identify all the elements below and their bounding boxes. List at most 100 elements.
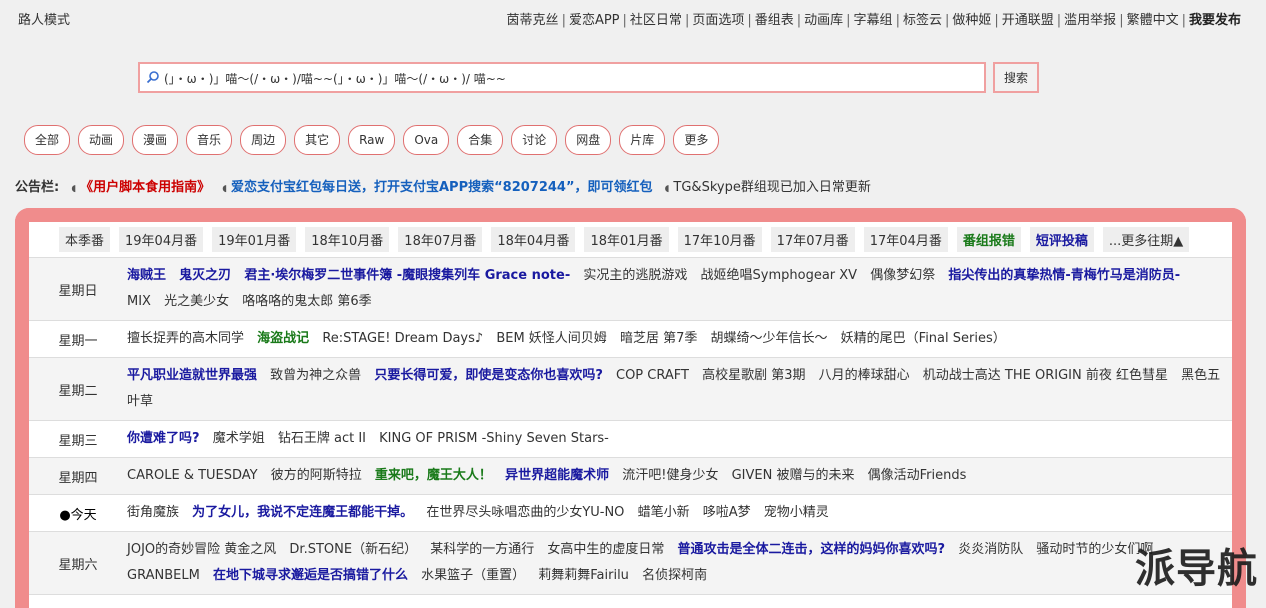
- show-link[interactable]: 为了女儿，我说不定连魔王都能干掉。: [192, 505, 413, 520]
- category-button[interactable]: 讨论: [511, 125, 558, 155]
- show-link[interactable]: BEM 妖怪人间贝姆: [496, 331, 606, 346]
- show-link[interactable]: 在世界尽头咏唱恋曲的少女YU-NO: [426, 505, 624, 520]
- top-nav-link[interactable]: 社区日常: [630, 13, 682, 28]
- search-input[interactable]: [164, 68, 974, 88]
- season-tab[interactable]: 17年04月番: [863, 227, 948, 252]
- category-button[interactable]: 全部: [24, 125, 71, 155]
- show-link[interactable]: 钻石王牌 act II: [278, 431, 366, 446]
- show-link[interactable]: 君主·埃尔梅罗二世事件簿 -魔眼搜集列车 Grace note-: [244, 268, 570, 283]
- show-link[interactable]: 指尖传出的真挚热情-青梅竹马是消防员-: [948, 268, 1180, 283]
- notice-item[interactable]: 爱恋支付宝红包每日送，打开支付宝APP搜索“8207244”，即可领红包: [231, 180, 653, 195]
- show-link[interactable]: 某科学的一方通行: [430, 542, 534, 557]
- top-nav-link[interactable]: 番组表: [755, 13, 794, 28]
- season-tab[interactable]: 17年10月番: [677, 227, 762, 252]
- show-link[interactable]: 女高中生的虚度日常: [547, 542, 664, 557]
- show-link[interactable]: 妖精的尾巴（Final Series）: [841, 331, 1006, 346]
- show-link[interactable]: 彼方的阿斯特拉: [271, 468, 362, 483]
- show-link[interactable]: 海贼王: [127, 268, 166, 283]
- show-link[interactable]: 异世界超能魔术师: [505, 468, 609, 483]
- show-link[interactable]: KING OF PRISM -Shiny Seven Stars-: [379, 431, 609, 446]
- season-tab[interactable]: 18年01月番: [584, 227, 669, 252]
- season-tab[interactable]: 本季番: [59, 227, 111, 252]
- season-tab[interactable]: 18年07月番: [398, 227, 483, 252]
- category-button[interactable]: 音乐: [186, 125, 233, 155]
- show-link[interactable]: 胡蝶绮～少年信长～: [711, 331, 828, 346]
- season-tab[interactable]: 19年04月番: [119, 227, 204, 252]
- show-link[interactable]: 光之美少女: [164, 294, 229, 309]
- show-link[interactable]: 普通攻击是全体二连击，这样的妈妈你喜欢吗?: [678, 542, 946, 557]
- guest-mode-link[interactable]: 路人模式: [18, 9, 70, 28]
- top-nav-link[interactable]: 开通联盟: [1002, 13, 1054, 28]
- show-link[interactable]: 战姬绝唱Symphogear XV: [701, 268, 858, 283]
- category-button[interactable]: 片库: [619, 125, 666, 155]
- show-link[interactable]: 水果篮子（重置）: [421, 568, 525, 583]
- show-link[interactable]: 在地下城寻求邂逅是否搞错了什么: [213, 568, 408, 583]
- show-link[interactable]: 哆啦A梦: [703, 505, 751, 520]
- show-link[interactable]: Re:STAGE! Dream Days♪: [322, 331, 483, 346]
- category-button[interactable]: Raw: [348, 125, 396, 155]
- top-nav-link[interactable]: 页面选项: [692, 13, 744, 28]
- season-tab[interactable]: 18年10月番: [305, 227, 390, 252]
- top-nav-link[interactable]: 我要发布: [1189, 13, 1241, 28]
- top-nav-link[interactable]: 动画库: [804, 13, 843, 28]
- category-button[interactable]: Ova: [403, 125, 450, 155]
- show-link[interactable]: 你遭难了吗?: [127, 431, 200, 446]
- show-link[interactable]: 机动战士高达 THE ORIGIN 前夜 红色彗星: [923, 368, 1168, 383]
- show-link[interactable]: 街角魔族: [127, 505, 179, 520]
- show-link[interactable]: 流汗吧!健身少女: [622, 468, 718, 483]
- show-link[interactable]: 魔术学姐: [213, 431, 265, 446]
- show-link[interactable]: 只要长得可爱，即使是变态你也喜欢吗?: [374, 368, 603, 383]
- top-nav-link[interactable]: 做种姬: [952, 13, 991, 28]
- category-button[interactable]: 更多: [673, 125, 720, 155]
- category-button[interactable]: 网盘: [565, 125, 612, 155]
- top-nav-link[interactable]: 标签云: [903, 13, 942, 28]
- show-link[interactable]: MIX: [127, 294, 151, 309]
- season-tab[interactable]: 短评投稿: [1029, 227, 1094, 252]
- top-nav-link[interactable]: 滥用举报: [1064, 13, 1116, 28]
- show-link[interactable]: 平凡职业造就世界最强: [127, 368, 257, 383]
- show-link[interactable]: 高校星歌剧 第3期: [702, 368, 805, 383]
- season-tab[interactable]: 番组报错: [956, 227, 1021, 252]
- nav-separator: |: [622, 13, 627, 28]
- show-link[interactable]: 炎炎消防队: [958, 542, 1023, 557]
- show-link[interactable]: Dr.STONE（新石纪）: [289, 542, 417, 557]
- notice-item[interactable]: 《用户脚本食用指南》: [80, 180, 210, 195]
- show-link[interactable]: 咯咯咯的鬼太郎 第6季: [242, 294, 371, 309]
- category-button[interactable]: 漫画: [132, 125, 179, 155]
- category-button[interactable]: 动画: [78, 125, 125, 155]
- category-button[interactable]: 合集: [457, 125, 504, 155]
- search-button[interactable]: 搜索: [993, 62, 1039, 93]
- notice-item[interactable]: TG&Skype群组现已加入日常更新: [673, 180, 870, 195]
- show-link[interactable]: 重来吧，魔王大人！: [375, 468, 492, 483]
- season-tabs: 本季番 19年04月番 19年01月番 18年10月番 18年07月番 18年04月番 18…: [29, 222, 1232, 258]
- category-button[interactable]: 其它: [294, 125, 341, 155]
- show-link[interactable]: 偶像活动Friends: [868, 468, 967, 483]
- show-link[interactable]: 实况主的逃脱游戏: [583, 268, 687, 283]
- show-link[interactable]: JOJO的奇妙冒险 黄金之风: [127, 542, 276, 557]
- show-link[interactable]: 宠物小精灵: [764, 505, 829, 520]
- show-link[interactable]: 偶像梦幻祭: [870, 268, 935, 283]
- season-tab[interactable]: 18年04月番: [491, 227, 576, 252]
- season-tab[interactable]: 17年07月番: [770, 227, 855, 252]
- show-link[interactable]: CAROLE & TUESDAY: [127, 468, 258, 483]
- show-link[interactable]: GRANBELM: [127, 568, 200, 583]
- category-button[interactable]: 周边: [240, 125, 287, 155]
- season-tab[interactable]: ...更多往期▲: [1102, 227, 1190, 252]
- show-link[interactable]: 八月的棒球甜心: [819, 368, 910, 383]
- show-link[interactable]: 名侦探柯南: [642, 568, 707, 583]
- top-nav-link[interactable]: 繁體中文: [1127, 13, 1179, 28]
- show-link[interactable]: 擅长捉弄的高木同学: [127, 331, 244, 346]
- show-link[interactable]: 蜡笔小新: [638, 505, 690, 520]
- top-nav-link[interactable]: 字幕组: [854, 13, 893, 28]
- top-nav-link[interactable]: 茵蒂克丝: [507, 13, 559, 28]
- show-link[interactable]: 暗芝居 第7季: [620, 331, 697, 346]
- show-link[interactable]: 致曾为神之众兽: [270, 368, 361, 383]
- season-tab[interactable]: 19年01月番: [212, 227, 297, 252]
- show-link[interactable]: COP CRAFT: [616, 368, 689, 383]
- top-nav-link[interactable]: 爱恋APP: [569, 13, 620, 28]
- day-label: 星期六: [58, 557, 98, 573]
- show-link[interactable]: 鬼灭之刃: [179, 268, 231, 283]
- show-link[interactable]: 莉舞莉舞Fairilu: [538, 568, 629, 583]
- show-link[interactable]: GIVEN 被赠与的未来: [732, 468, 855, 483]
- show-link[interactable]: 海盗战记: [257, 331, 309, 346]
